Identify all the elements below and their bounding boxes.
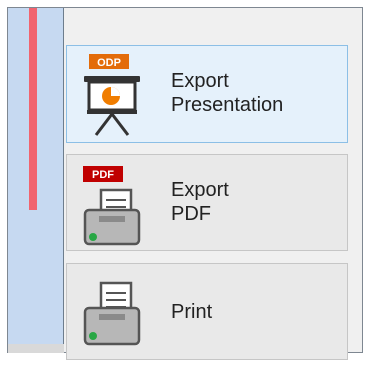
export-presentation-label: Export Presentation [171, 69, 283, 117]
export-pdf-line-2: PDF [171, 203, 211, 225]
export-presentation-button[interactable]: ODP Export Presentation [66, 45, 348, 143]
pdf-printer-icon: PDF [83, 166, 141, 246]
document-preview-strip [8, 8, 64, 353]
print-button[interactable]: Print [66, 263, 348, 360]
printer-icon [83, 281, 141, 346]
export-pdf-line-1: Export [171, 179, 229, 201]
export-presentation-line-1: Export [171, 70, 229, 92]
pdf-badge-text: PDF [92, 169, 114, 181]
preview-gray-footer [8, 344, 64, 353]
presentation-board-icon: ODP [84, 54, 140, 136]
export-pdf-button[interactable]: PDF Export PDF [66, 154, 348, 251]
preview-red-stripe [29, 8, 37, 210]
print-line-1: Print [171, 301, 213, 323]
odp-badge-text: ODP [97, 57, 121, 69]
export-pdf-label: Export PDF [171, 178, 229, 226]
print-label: Print [171, 300, 212, 324]
export-presentation-line-2: Presentation [171, 94, 284, 116]
